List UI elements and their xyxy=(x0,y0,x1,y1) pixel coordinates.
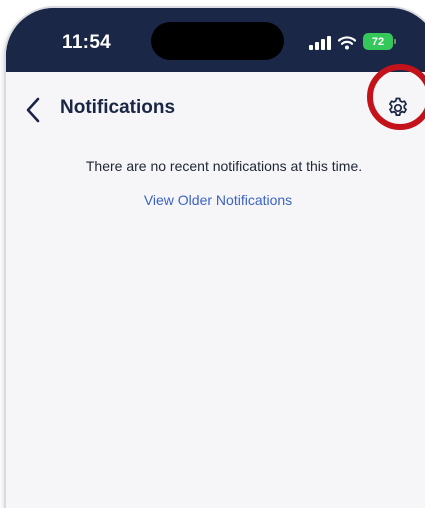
wifi-icon xyxy=(338,36,356,50)
chevron-left-icon[interactable] xyxy=(22,96,44,124)
status-time: 11:54 xyxy=(62,32,112,53)
page-title: Notifications xyxy=(60,97,176,118)
signal-icon xyxy=(309,36,331,50)
battery-tip xyxy=(394,39,396,44)
battery-level: 72 xyxy=(371,35,385,48)
dynamic-island xyxy=(151,22,284,60)
status-bar: 11:54 72 xyxy=(6,8,425,72)
notifications-screen: Notifications There are no recent notifi… xyxy=(6,72,425,508)
empty-state-message: There are no recent notifications at thi… xyxy=(85,158,363,174)
battery-icon: 72 xyxy=(363,33,393,50)
phone-frame: 11:54 72 Notifications There are no rece… xyxy=(6,8,425,508)
settings-highlight-ring xyxy=(367,64,425,130)
view-older-notifications-link[interactable]: View Older Notifications xyxy=(6,192,425,208)
